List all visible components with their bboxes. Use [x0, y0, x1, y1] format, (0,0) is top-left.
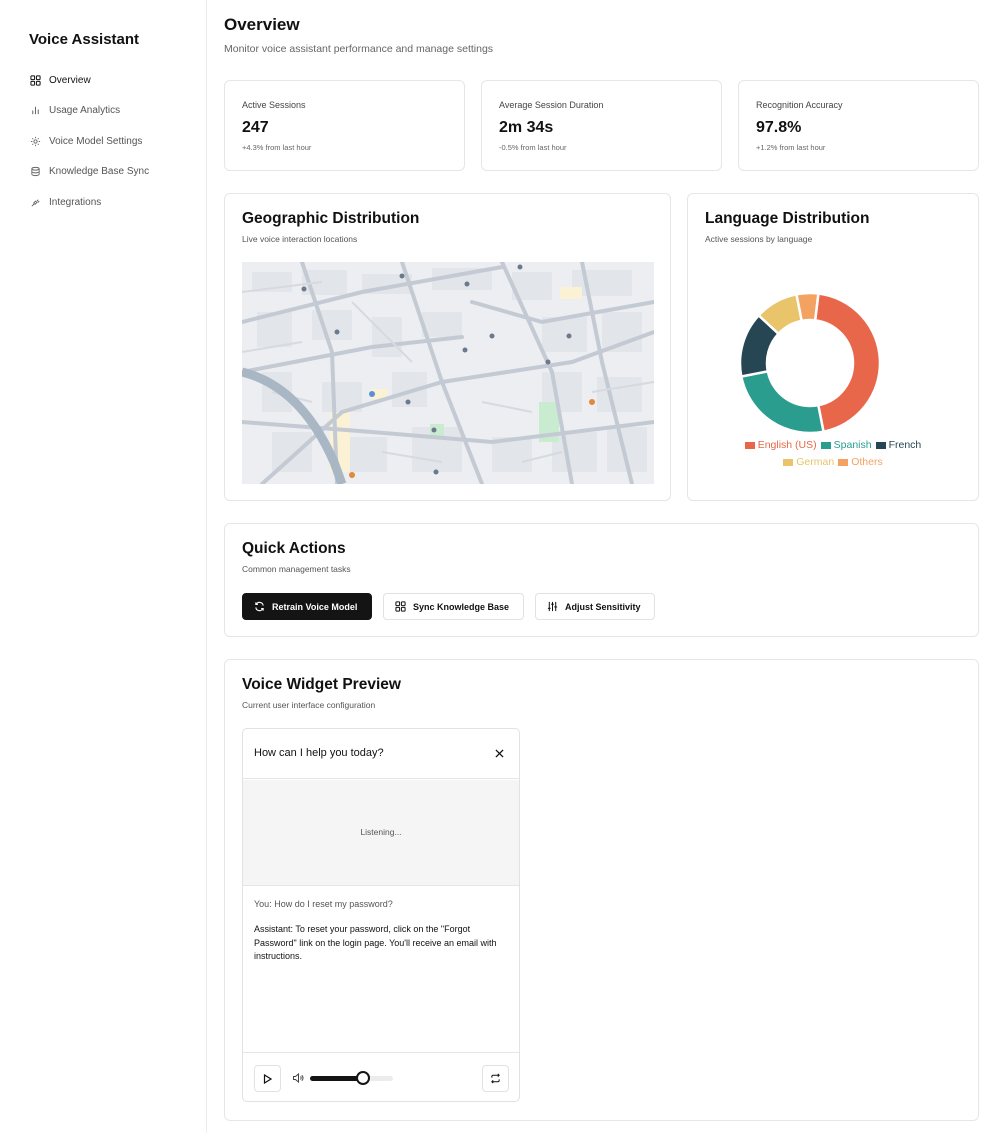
plug-icon: [29, 196, 41, 208]
card-title: Language Distribution: [705, 210, 870, 227]
stat-change: -0.5% from last hour: [499, 143, 567, 152]
user-message: You: How do I reset my password?: [254, 899, 393, 909]
stat-value: 247: [242, 119, 269, 136]
card-subtitle: Active sessions by language: [705, 234, 813, 244]
repeat-button[interactable]: [482, 1065, 509, 1092]
legend-item: German: [783, 456, 834, 468]
play-button[interactable]: [254, 1065, 281, 1092]
donut-slice-spanish[interactable]: [739, 369, 825, 435]
voice-widget: How can I help you today? Listening... Y…: [242, 728, 520, 1102]
quick-actions-card: Quick Actions Common management tasks Re…: [224, 523, 979, 637]
legend-label: Spanish: [833, 439, 872, 451]
listening-area: Listening...: [243, 780, 519, 886]
stat-change: +4.3% from last hour: [242, 143, 312, 152]
chart-legend: English (US) Spanish French: [688, 439, 978, 452]
legend-label: Others: [851, 456, 883, 468]
volume-slider-thumb[interactable]: [356, 1071, 371, 1085]
legend-swatch: [783, 458, 794, 466]
sliders-icon: [547, 601, 558, 612]
close-icon[interactable]: [491, 745, 507, 761]
listening-status: Listening...: [360, 827, 402, 837]
legend-label: German: [796, 456, 835, 468]
voice-widget-preview-card: Voice Widget Preview Current user interf…: [224, 659, 979, 1121]
sidebar-item-knowledge-base-sync[interactable]: Knowledge Base Sync: [29, 162, 199, 182]
legend-swatch: [820, 441, 831, 449]
button-label: Retrain Voice Model: [272, 601, 358, 612]
stat-change: +1.2% from last hour: [756, 143, 826, 152]
card-title: Geographic Distribution: [242, 210, 420, 227]
sidebar-item-label: Overview: [49, 74, 91, 86]
legend-swatch: [875, 441, 886, 449]
sidebar-item-integrations[interactable]: Integrations: [29, 192, 199, 212]
sidebar-item-overview[interactable]: Overview: [29, 70, 199, 90]
button-label: Adjust Sensitivity: [565, 601, 641, 612]
button-label: Sync Knowledge Base: [413, 601, 510, 612]
donut-slice-others[interactable]: [795, 291, 820, 323]
widget-prompt: How can I help you today?: [254, 747, 384, 759]
stat-label: Average Session Duration: [499, 100, 604, 110]
sync-knowledge-base-button[interactable]: Sync Knowledge Base: [383, 593, 524, 620]
database-icon: [29, 166, 41, 178]
play-icon: [263, 1073, 272, 1084]
grid-icon: [395, 601, 406, 612]
adjust-sensitivity-button[interactable]: Adjust Sensitivity: [535, 593, 655, 620]
stat-value: 2m 34s: [499, 119, 554, 136]
sidebar: Voice Assistant Overview Usage Analytics…: [0, 0, 207, 1133]
sidebar-item-label: Voice Model Settings: [49, 135, 143, 147]
volume-icon: [293, 1072, 304, 1084]
page-title: Overview: [224, 15, 300, 34]
donut-slice-english-us[interactable]: [813, 292, 882, 434]
stat-card-active-sessions: Active Sessions 247 +4.3% from last hour: [224, 80, 465, 171]
chart-legend: German Others: [688, 456, 978, 469]
legend-label: French: [888, 439, 922, 451]
sidebar-item-label: Integrations: [49, 196, 102, 208]
legend-label: English (US): [757, 439, 817, 451]
page-subtitle: Monitor voice assistant performance and …: [224, 43, 494, 55]
legend-swatch: [744, 441, 755, 449]
card-subtitle: Live voice interaction locations: [242, 234, 358, 244]
sidebar-item-label: Knowledge Base Sync: [49, 166, 150, 178]
assistant-message: Assistant: To reset your password, click…: [254, 924, 497, 961]
card-title: Voice Widget Preview: [242, 676, 401, 693]
legend-item: Others: [838, 456, 883, 468]
legend-item: Spanish: [820, 439, 872, 451]
gear-icon: [29, 135, 41, 147]
sidebar-nav: Overview Usage Analytics Voice Model Set…: [29, 70, 199, 223]
language-distribution-card: Language Distribution Active sessions by…: [687, 193, 979, 501]
legend-item: English (US): [744, 439, 817, 451]
widget-header: How can I help you today?: [243, 729, 519, 779]
card-subtitle: Current user interface configuration: [242, 700, 376, 710]
retrain-voice-model-button[interactable]: Retrain Voice Model: [242, 593, 372, 620]
stat-value: 97.8%: [756, 119, 802, 136]
bar-chart-icon: [29, 105, 41, 117]
stat-card-average-session-duration: Average Session Duration 2m 34s -0.5% fr…: [481, 80, 722, 171]
widget-controls: [243, 1052, 519, 1101]
language-donut-chart: [738, 291, 882, 435]
location-map[interactable]: [242, 262, 654, 484]
volume-slider[interactable]: [310, 1071, 393, 1085]
refresh-icon: [254, 601, 265, 612]
legend-item: French: [875, 439, 922, 451]
app-brand: Voice Assistant: [29, 31, 140, 48]
stat-label: Active Sessions: [242, 100, 306, 110]
repeat-icon: [491, 1073, 500, 1084]
sidebar-item-voice-model-settings[interactable]: Voice Model Settings: [29, 131, 199, 151]
sidebar-item-usage-analytics[interactable]: Usage Analytics: [29, 101, 199, 121]
card-title: Quick Actions: [242, 540, 346, 557]
stat-label: Recognition Accuracy: [756, 100, 843, 110]
sidebar-item-label: Usage Analytics: [49, 105, 121, 117]
geographic-distribution-card: Geographic Distribution Live voice inter…: [224, 193, 671, 501]
legend-swatch: [838, 458, 849, 466]
card-subtitle: Common management tasks: [242, 564, 351, 574]
grid-icon: [29, 74, 41, 86]
stat-card-recognition-accuracy: Recognition Accuracy 97.8% +1.2% from la…: [738, 80, 979, 171]
